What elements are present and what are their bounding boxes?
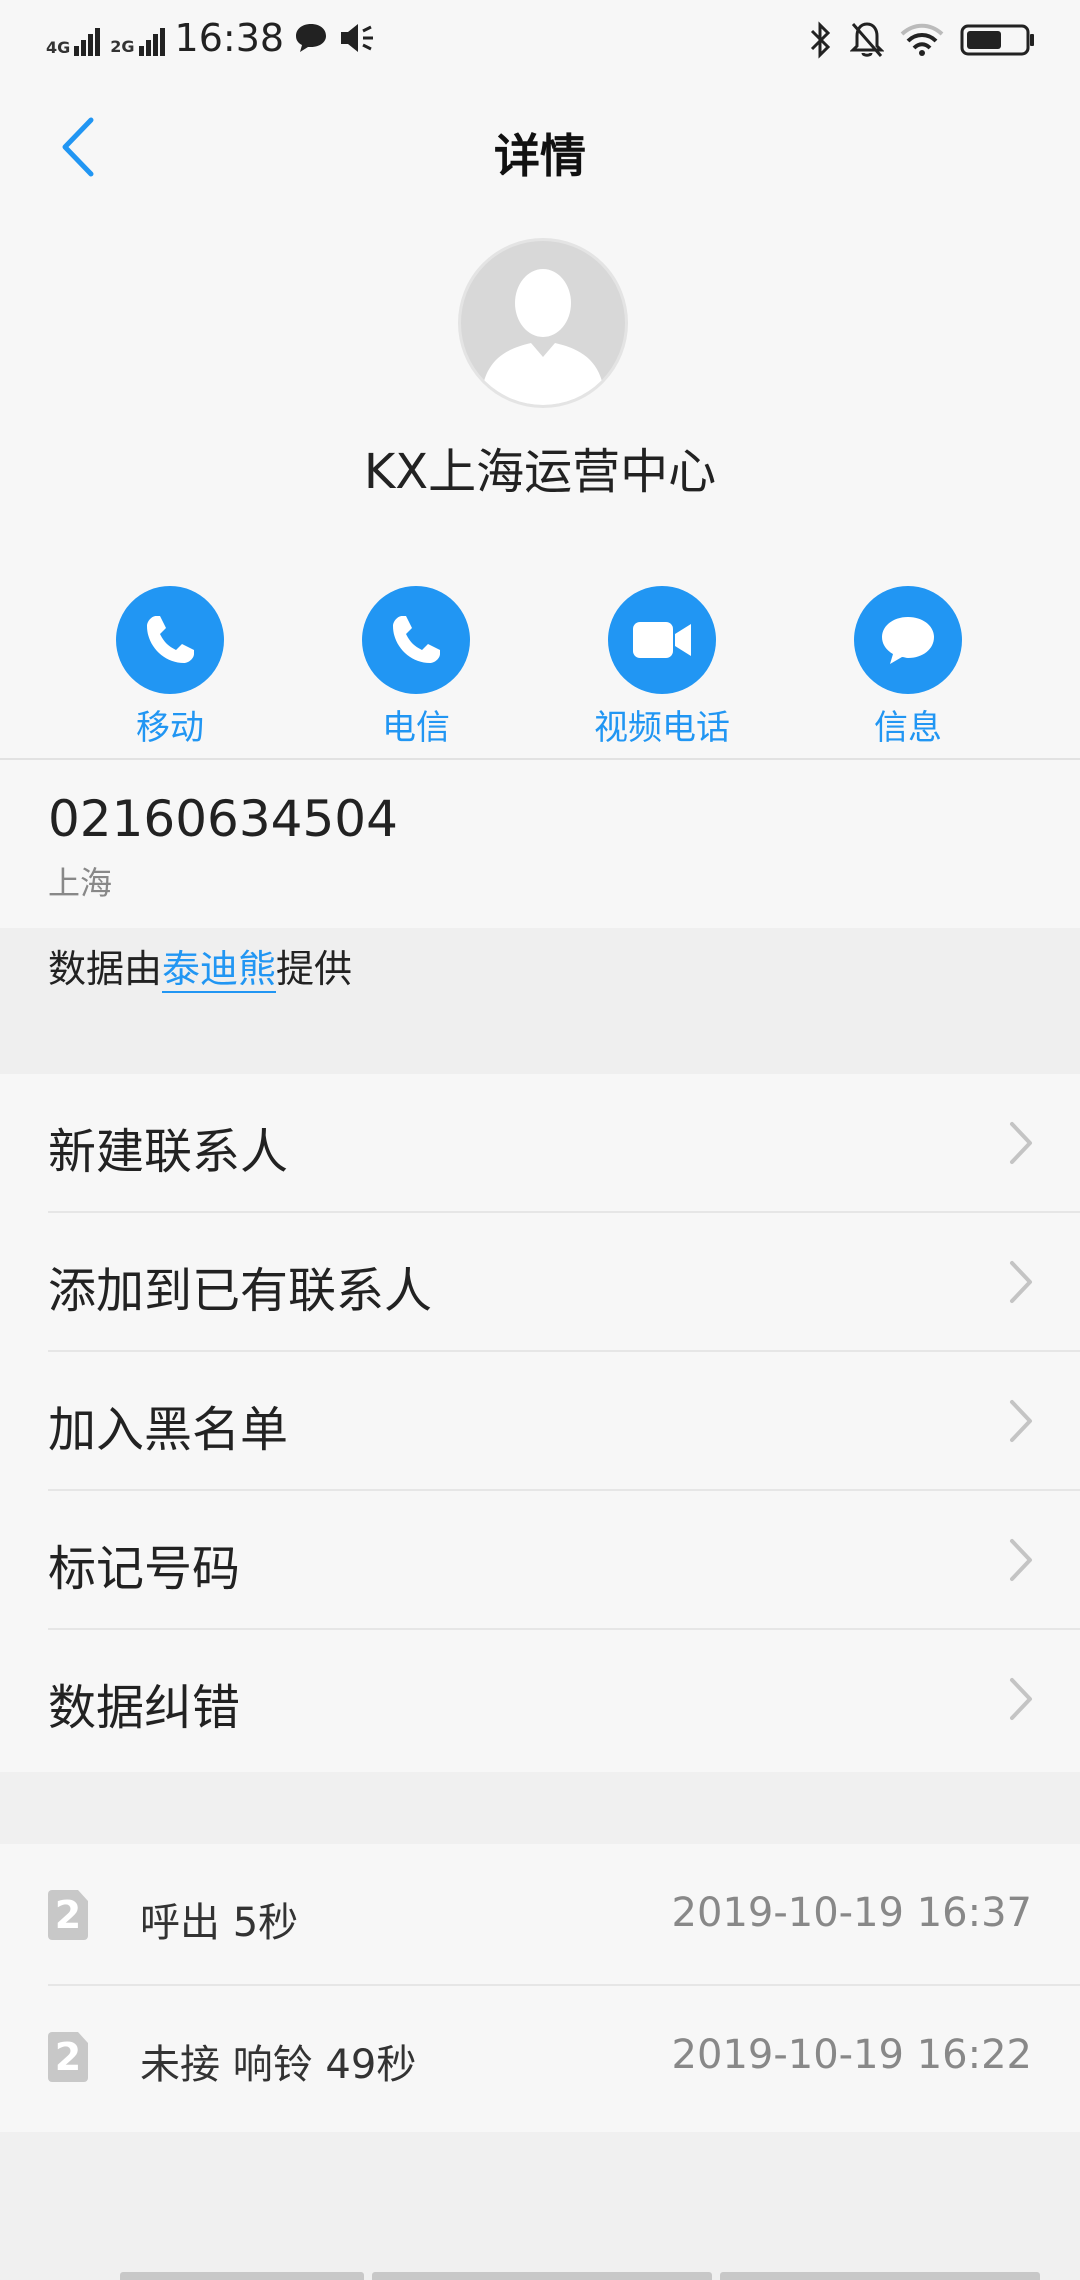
- person-silhouette-icon: [481, 269, 605, 405]
- status-time: 16:38: [174, 16, 285, 60]
- chevron-right-icon: [1010, 1678, 1032, 1720]
- call-time: 2019-10-19 16:37: [671, 1890, 1032, 1936]
- status-left: 4G 2G 16:38: [46, 16, 376, 60]
- call-type: 未接 响铃 49秒: [140, 2042, 417, 2088]
- menu-item-label: 数据纠错: [48, 1680, 241, 1736]
- signal-bars-icon: [74, 20, 101, 56]
- contact-name: KX上海运营中心: [363, 444, 717, 500]
- call-telecom-button[interactable]: 电信: [306, 586, 526, 749]
- avatar: [458, 238, 628, 408]
- page-title: 详情: [494, 129, 586, 183]
- app-header: 详情: [0, 80, 1080, 220]
- action-label: 视频电话: [594, 708, 730, 748]
- gesture-bar-segment: [120, 2272, 364, 2280]
- menu-item-label: 添加到已有联系人: [48, 1263, 433, 1319]
- call-log: 2 呼出 5秒 2019-10-19 16:37 2 未接 响铃 49秒 201…: [0, 1844, 1080, 2132]
- sim-badge-icon: 2: [48, 1890, 88, 1940]
- menu-item-mark-number[interactable]: 标记号码: [0, 1491, 1080, 1630]
- source-provider-link[interactable]: 泰迪熊: [162, 947, 277, 993]
- chat-notification-icon: [296, 24, 327, 52]
- contact-profile: KX上海运营中心 移动 电信 视频电话 信息: [0, 220, 1080, 760]
- message-circle: [854, 586, 962, 694]
- contact-detail-screen: 4G 2G 16:38 详情 KX上海运营中心 移动 电信 视频电话 信息 02…: [0, 0, 1080, 2280]
- menu-item-blacklist[interactable]: 加入黑名单: [0, 1352, 1080, 1491]
- status-bar: 4G 2G 16:38: [0, 0, 1080, 80]
- chevron-right-icon: [1010, 1539, 1032, 1581]
- signal-bars-icon: [138, 20, 165, 56]
- gesture-bar: [120, 2272, 1040, 2280]
- video-camera-icon: [633, 622, 691, 658]
- menu-item-label: 加入黑名单: [48, 1402, 289, 1458]
- phone-icon: [393, 616, 440, 663]
- menu-item-add-to-existing[interactable]: 添加到已有联系人: [0, 1213, 1080, 1352]
- menu-item-label: 标记号码: [48, 1541, 241, 1597]
- video-call-circle: [608, 586, 716, 694]
- phone-number: 02160634504: [48, 790, 398, 848]
- video-call-button[interactable]: 视频电话: [552, 586, 772, 749]
- menu-item-data-correction[interactable]: 数据纠错: [0, 1630, 1080, 1769]
- speaker-icon: [341, 24, 374, 52]
- chevron-right-icon: [1010, 1261, 1032, 1303]
- call-type: 呼出 5秒: [140, 1900, 299, 1946]
- action-buttons: 移动 电信 视频电话 信息: [0, 586, 1080, 749]
- status-right: [808, 20, 1036, 60]
- call-time: 2019-10-19 16:22: [671, 2032, 1032, 2078]
- message-icon: [882, 617, 934, 664]
- call-mobile-circle: [116, 586, 224, 694]
- source-prefix: 数据由: [48, 947, 163, 991]
- battery-icon: [960, 24, 1034, 56]
- call-telecom-circle: [362, 586, 470, 694]
- signal-4g: 4G: [46, 20, 101, 57]
- call-mobile-button[interactable]: 移动: [60, 586, 280, 749]
- sim-badge-icon: 2: [48, 2032, 88, 2082]
- message-button[interactable]: 信息: [798, 586, 1018, 749]
- data-source-block: 数据由泰迪熊提供: [0, 928, 1080, 1074]
- phone-icon: [147, 616, 194, 663]
- gesture-bar-segment: [720, 2272, 1040, 2280]
- bell-muted-icon: [850, 22, 884, 57]
- phone-location: 上海: [48, 864, 113, 902]
- action-label: 电信: [382, 708, 450, 748]
- phone-number-block[interactable]: 02160634504 上海: [0, 760, 1080, 928]
- menu-item-label: 新建联系人: [48, 1124, 289, 1180]
- source-suffix: 提供: [276, 947, 353, 991]
- call-log-row[interactable]: 2 呼出 5秒 2019-10-19 16:37: [0, 1844, 1080, 1986]
- action-label: 信息: [874, 708, 942, 748]
- call-log-row[interactable]: 2 未接 响铃 49秒 2019-10-19 16:22: [0, 1986, 1080, 2128]
- action-label: 移动: [136, 708, 204, 748]
- chevron-right-icon: [1010, 1122, 1032, 1164]
- network-2-label: 2G: [110, 37, 135, 56]
- menu-item-new-contact[interactable]: 新建联系人: [0, 1074, 1080, 1213]
- wifi-icon: [900, 23, 944, 56]
- chevron-right-icon: [1010, 1400, 1032, 1442]
- gesture-bar-segment: [372, 2272, 712, 2280]
- network-1-label: 4G: [46, 38, 71, 57]
- bluetooth-icon: [810, 21, 831, 59]
- action-menu: 新建联系人 添加到已有联系人 加入黑名单 标记号码 数据纠错: [0, 1074, 1080, 1772]
- signal-2g: 2G: [110, 20, 165, 56]
- data-source-text: 数据由泰迪熊提供: [48, 938, 352, 993]
